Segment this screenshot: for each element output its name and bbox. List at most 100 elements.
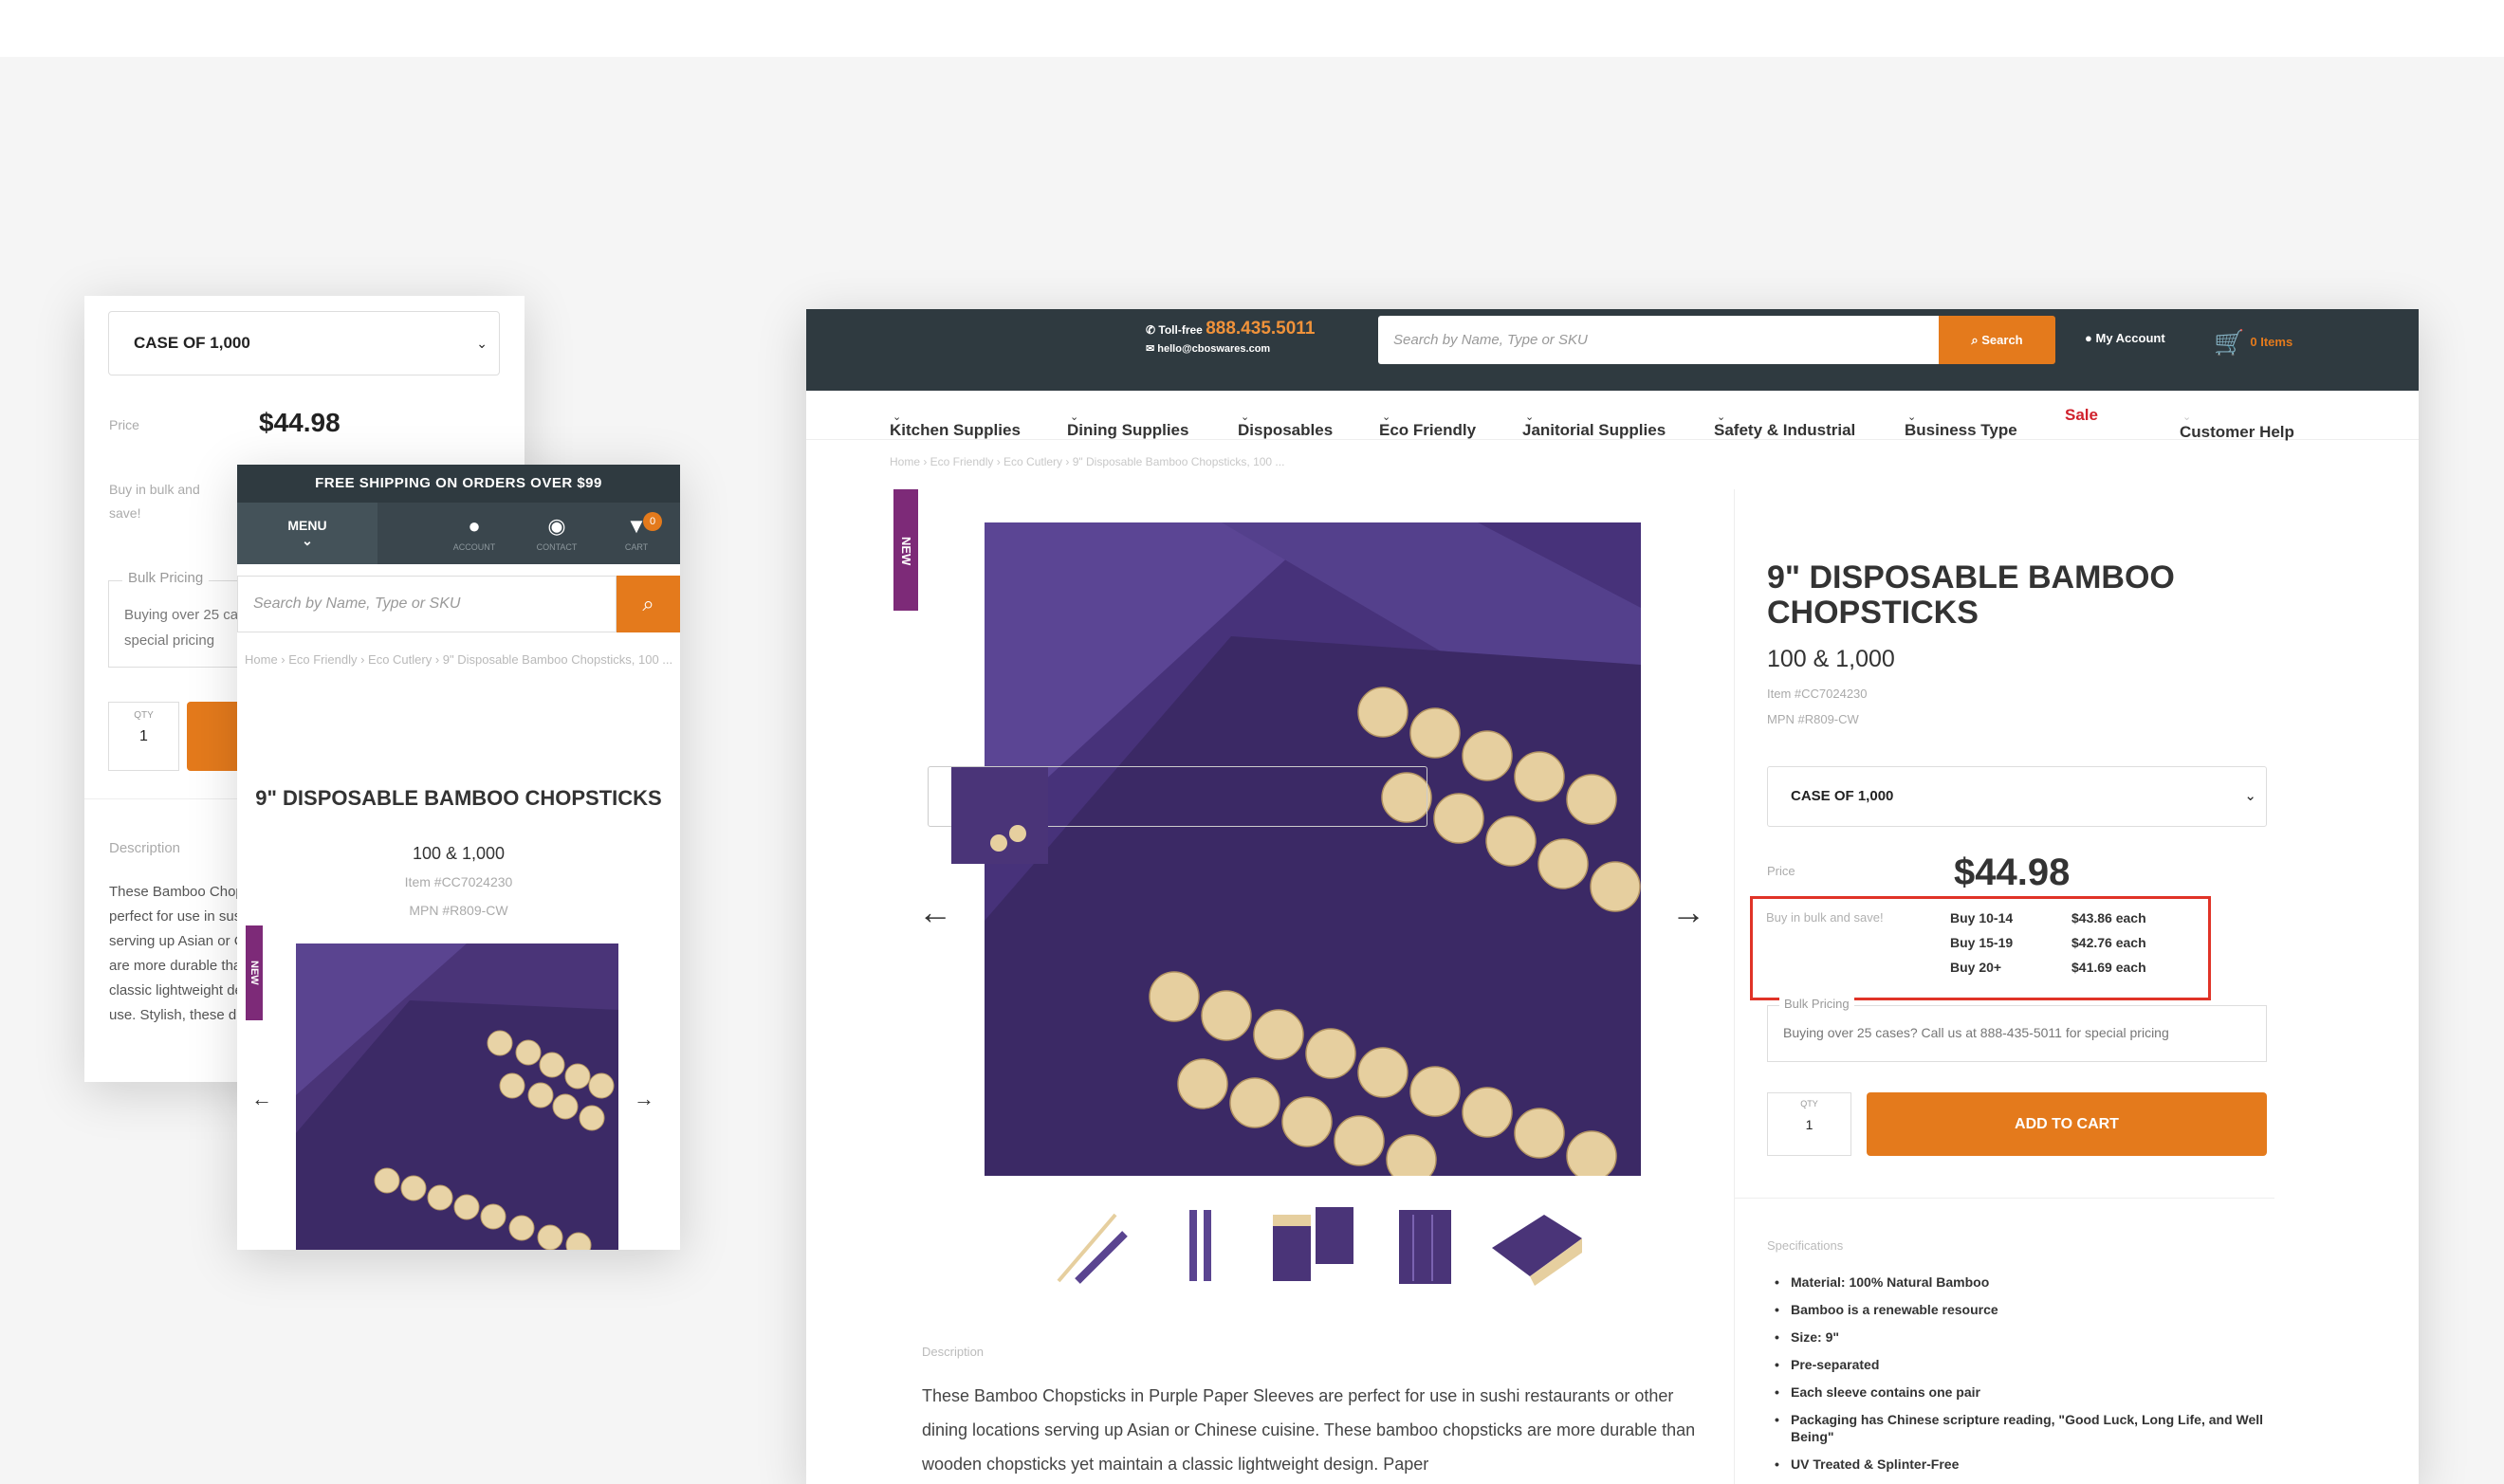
prev-arrow-icon[interactable]: ←	[251, 1087, 272, 1111]
qty-label: QTY	[134, 710, 154, 721]
thumbnail-5[interactable]	[1375, 1196, 1474, 1294]
price: $44.98	[1954, 852, 2071, 893]
price: $44.98	[259, 408, 341, 437]
spec-item: Each sleeve contains one pair	[1767, 1383, 2298, 1401]
search-icon: ⌕	[642, 592, 654, 615]
search-button[interactable]: ⌕	[617, 576, 680, 632]
account-nav[interactable]: ● ACCOUNT	[441, 514, 507, 552]
bulk-label: Buy in bulk and save!	[109, 482, 200, 521]
menu-sale[interactable]: Sale	[2065, 406, 2098, 425]
search-input[interactable]: Search by Name, Type or SKU	[1378, 316, 1941, 364]
product-title: 9" DISPOSABLE BAMBOO CHOPSTICKS	[255, 786, 662, 810]
spec-item: Bamboo is a renewable resource	[1767, 1301, 2298, 1318]
thumbnail-3[interactable]	[1151, 1196, 1250, 1294]
product-image	[985, 522, 1641, 1176]
bulk-pricing-legend: Bulk Pricing	[1779, 997, 1854, 1011]
chevron-down-icon: ⌄	[302, 533, 313, 548]
breadcrumb: Home › Eco Friendly › Eco Cutlery › 9" D…	[245, 652, 673, 667]
user-icon: ●	[2085, 331, 2092, 345]
bulk-pricing-box: Bulk Pricing Buying over 25 cases? Call …	[1767, 997, 2267, 1062]
menu-business[interactable]: Business Type ⌄	[1905, 406, 2017, 439]
my-account-link[interactable]: ● My Account	[2085, 331, 2165, 345]
menu-dining[interactable]: Dining Supplies ⌄	[1067, 406, 1188, 439]
shipping-banner: FREE SHIPPING ON ORDERS OVER $99	[237, 465, 680, 503]
search-input[interactable]: Search by Name, Type or SKU	[237, 576, 617, 632]
bulk-pricing-text: Buying over 25 cases? Call us at 888-435…	[1783, 1025, 2169, 1040]
site-header: ✆ Toll-free 888.435.5011 ✉ hello@cboswar…	[806, 309, 2419, 391]
product-image	[296, 944, 618, 1250]
search-button[interactable]: ⌕ Search	[1939, 316, 2055, 364]
description-text: These Bamboo Chopsticks in Purple Paper …	[922, 1386, 1696, 1474]
phone-icon: ✆	[1146, 323, 1156, 337]
new-tag: NEW	[893, 489, 918, 611]
contact-nav[interactable]: ◉ CONTACT	[524, 514, 590, 552]
menu-button[interactable]: MENU ⌄	[237, 503, 377, 564]
item-number: Item #CC7024230	[1767, 687, 1868, 701]
add-to-cart-button[interactable]: ADD TO CART	[1867, 1092, 2267, 1156]
thumbnail-6[interactable]	[1487, 1196, 1586, 1294]
quantity-field[interactable]: QTY 1	[108, 702, 179, 771]
qty-value: 1	[1805, 1117, 1814, 1132]
menu-janitorial[interactable]: Janitorial Supplies ⌄	[1522, 406, 1666, 439]
bulk-row: Buy 20+ $41.69 each	[1950, 960, 2146, 975]
mobile-nav: MENU ⌄ ● ACCOUNT ◉ CONTACT ▼ 0 CART	[237, 503, 680, 564]
next-arrow-icon[interactable]: →	[1671, 892, 1705, 932]
column-divider	[1734, 489, 1735, 1484]
mpn-number: MPN #R809-CW	[1767, 712, 1859, 726]
spec-item: Size: 9"	[1767, 1328, 2298, 1346]
spec-item: Pre-separated	[1767, 1356, 2298, 1373]
breadcrumb: Home › Eco Friendly › Eco Cutlery › 9" D…	[890, 455, 1285, 468]
email-icon: ✉	[1146, 343, 1155, 355]
menu-safety[interactable]: Safety & Industrial ⌄	[1714, 406, 1855, 439]
menu-help[interactable]: Customer Help ⌄	[2180, 408, 2294, 441]
next-arrow-icon[interactable]: →	[634, 1087, 654, 1111]
product-pack: 100 & 1,000	[412, 844, 506, 863]
cart-icon: 🛒	[2214, 328, 2245, 357]
spec-item: Material: 100% Natural Bamboo	[1767, 1273, 2298, 1291]
cart-nav[interactable]: ▼ 0 CART	[603, 512, 670, 552]
phone-number[interactable]: 888.435.5011	[1206, 319, 1315, 339]
search-icon: ⌕	[1971, 333, 1979, 347]
specifications-label: Specifications	[1767, 1238, 1844, 1253]
menu-kitchen[interactable]: Kitchen Supplies ⌄	[890, 406, 1021, 439]
menu-eco[interactable]: Eco Friendly ⌄	[1379, 406, 1476, 439]
user-icon: ●	[468, 514, 481, 538]
spec-item: Packaging has Chinese scripture reading,…	[1767, 1411, 2298, 1445]
thumbnail-1[interactable]	[928, 766, 1427, 864]
case-size-select[interactable]: CASE OF 1,000 ⌄	[108, 311, 500, 376]
new-tag: NEW	[246, 925, 263, 1020]
chevron-down-icon: ⌄	[476, 336, 488, 351]
qty-label: QTY	[1800, 1099, 1818, 1108]
price-label: Price	[109, 417, 139, 432]
chevron-down-icon: ⌄	[2244, 788, 2256, 804]
top-band	[0, 0, 2504, 57]
cart-badge: 0	[643, 512, 662, 531]
specifications-list: Material: 100% Natural Bamboo Bamboo is …	[1767, 1273, 2298, 1483]
bulk-row: Buy 10-14 $43.86 each	[1950, 910, 2146, 925]
price-label: Price	[1767, 864, 1795, 878]
description-label: Description	[109, 840, 181, 856]
description-label: Description	[922, 1345, 985, 1359]
qty-value: 1	[139, 728, 148, 744]
prev-arrow-icon[interactable]: ←	[918, 892, 952, 932]
product-title: 9" DISPOSABLE BAMBOO CHOPSTICKS	[1767, 559, 2175, 631]
main-menu: Kitchen Supplies ⌄ Dining Supplies ⌄ Dispo…	[806, 391, 2419, 441]
cart-link[interactable]: 🛒 0 Items	[2214, 328, 2292, 357]
email-link[interactable]: hello@cboswares.com	[1157, 343, 1270, 355]
mobile-product-screen: FREE SHIPPING ON ORDERS OVER $99 MENU ⌄ ●…	[237, 465, 680, 1250]
thumbnail-2[interactable]	[1040, 1196, 1138, 1294]
desktop-product-screen: ✆ Toll-free 888.435.5011 ✉ hello@cboswar…	[806, 309, 2419, 1484]
spec-item: UV Treated & Splinter-Free	[1767, 1456, 2298, 1473]
item-number: Item #CC7024230	[404, 874, 513, 889]
quantity-field[interactable]: QTY 1	[1767, 1092, 1851, 1156]
contact-info: ✆ Toll-free 888.435.5011 ✉ hello@cboswar…	[1146, 319, 1316, 355]
bulk-discount-box: Buy in bulk and save! Buy 10-14 $43.86 ea…	[1750, 896, 2211, 1000]
product-pack: 100 & 1,000	[1767, 646, 1895, 672]
chat-icon: ◉	[547, 514, 566, 538]
menu-disposables[interactable]: Disposables ⌄	[1238, 406, 1333, 439]
bulk-row: Buy 15-19 $42.76 each	[1950, 935, 2146, 950]
case-size-select[interactable]: CASE OF 1,000 ⌄	[1767, 766, 2267, 827]
bulk-pricing-legend: Bulk Pricing	[122, 570, 210, 586]
thumbnail-4[interactable]	[1263, 1196, 1362, 1294]
bulk-label: Buy in bulk and save!	[1766, 910, 1884, 925]
